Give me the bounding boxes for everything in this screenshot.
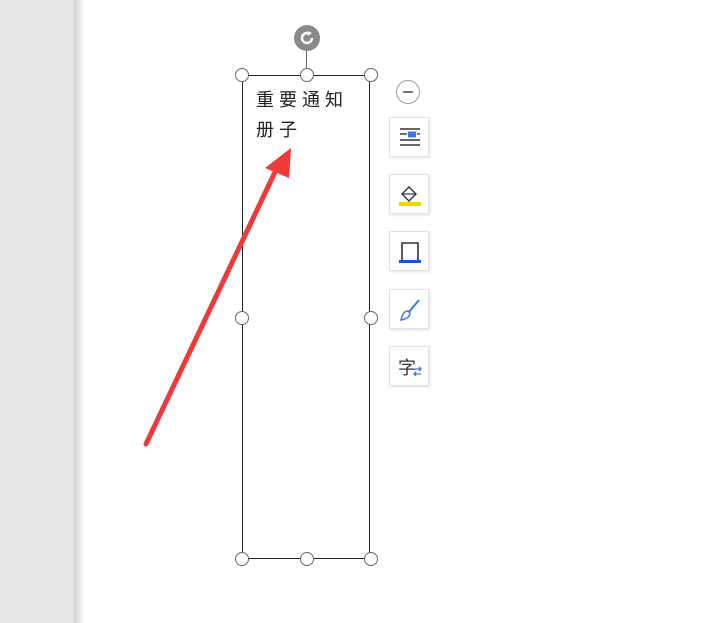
- annotation-arrow-shaft: [143, 167, 279, 447]
- annotation-arrow-head: [265, 148, 291, 178]
- annotation-arrow: [143, 148, 291, 447]
